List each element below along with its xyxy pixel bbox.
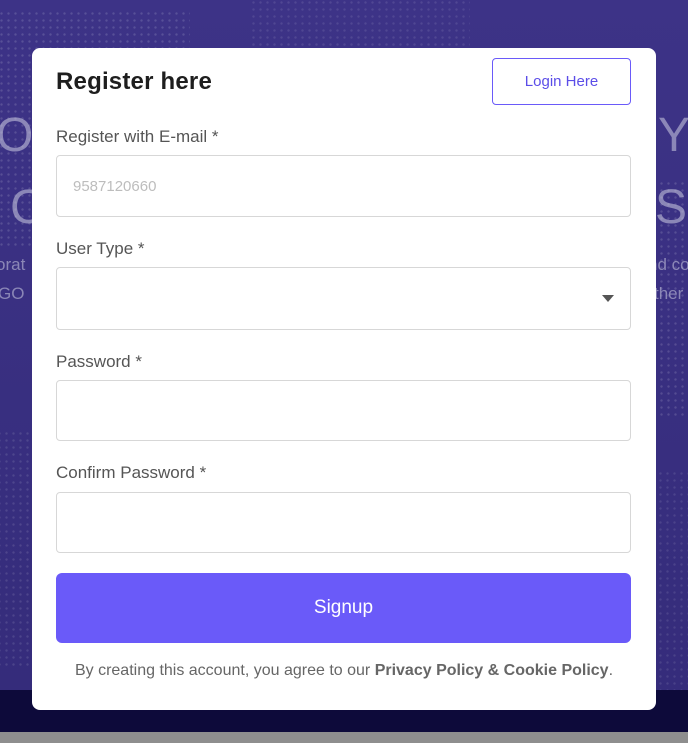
background-body-text: ther — [654, 284, 684, 303]
user-type-value — [56, 267, 631, 330]
email-field[interactable] — [56, 155, 631, 217]
email-label: Register with E-mail * — [56, 127, 219, 146]
modal-title: Register here — [56, 68, 212, 95]
confirm-password-field[interactable] — [56, 492, 631, 553]
terms-notice: By creating this account, you agree to o… — [32, 662, 656, 680]
terms-text: By creating this account, you agree to o… — [74, 662, 375, 679]
background-body-text: orat — [0, 255, 26, 274]
password-field[interactable] — [56, 380, 631, 441]
signup-button[interactable]: Signup — [56, 573, 631, 643]
login-button[interactable]: Login Here — [492, 58, 631, 105]
register-modal: Register here Login Here Register with E… — [32, 48, 656, 710]
password-label: Password * — [56, 352, 142, 371]
user-type-select[interactable] — [56, 267, 631, 330]
user-type-label: User Type * — [56, 239, 145, 258]
chevron-down-icon — [602, 295, 614, 302]
privacy-policy-link[interactable]: Privacy Policy & Cookie Policy — [375, 662, 609, 679]
page-footer-strip — [0, 732, 688, 743]
terms-period: . — [608, 662, 614, 679]
confirm-password-label: Confirm Password * — [56, 463, 207, 482]
background-body-text: GO — [0, 284, 25, 303]
background-headline: S — [655, 181, 688, 234]
